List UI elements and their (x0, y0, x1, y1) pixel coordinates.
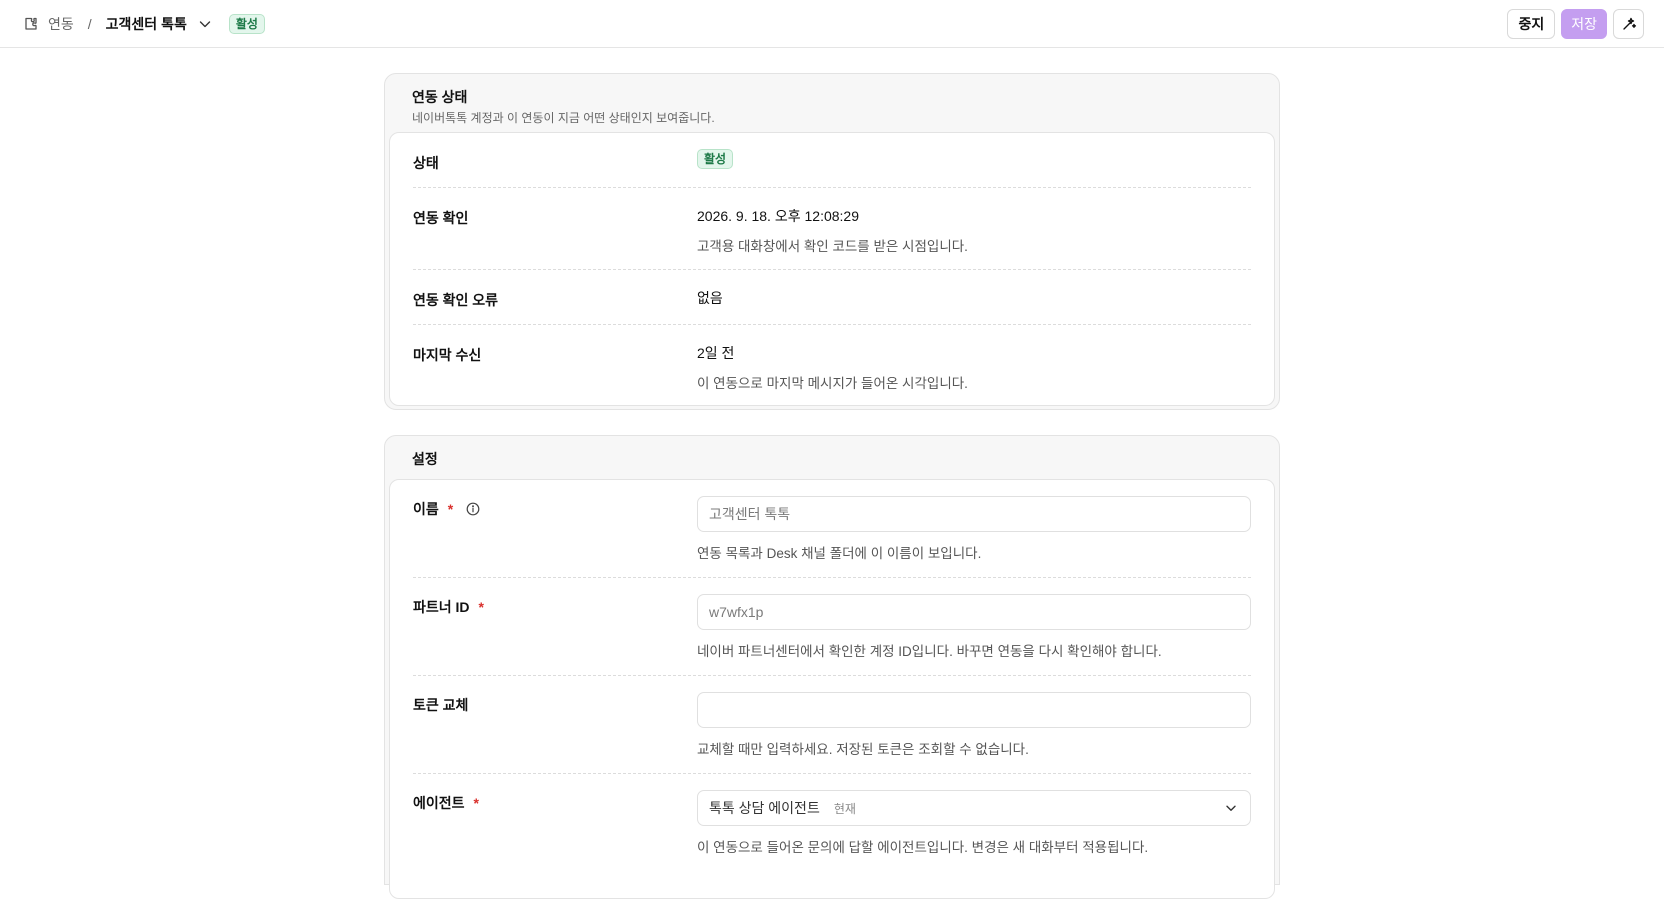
settings-card: 설정 이름 * 연동 목록과 Desk 채널 폴더에 이 이름이 보입니다. 파트… (384, 435, 1280, 899)
name-label-group: 이름 * (413, 499, 481, 519)
status-row-verify-error: 연동 확인 오류 없음 (413, 270, 1251, 325)
partner-label-group: 파트너 ID * (413, 597, 484, 617)
verified-timestamp: 2026. 9. 18. 오후 12:08:29 (697, 208, 859, 224)
stop-button[interactable]: 중지 (1507, 9, 1556, 39)
status-row-last-received: 마지막 수신 2일 전 이 연동으로 마지막 메시지가 들어온 시각입니다. (413, 325, 1251, 407)
verified-description: 고객용 대화창에서 확인 코드를 받은 시점입니다. (697, 239, 968, 254)
verify-error-value: 없음 (697, 290, 723, 306)
last-received-value: 2일 전 (697, 345, 735, 361)
token-label: 토큰 교체 (413, 697, 469, 713)
partner-id-hint: 네이버 파트너센터에서 확인한 계정 ID입니다. 바꾸면 연동을 다시 확인해… (697, 644, 1162, 659)
agent-select-value: 톡톡 상담 에이전트 (709, 800, 820, 816)
token-hint: 교체할 때만 입력하세요. 저장된 토큰은 조회할 수 없습니다. (697, 742, 1029, 757)
required-mark: * (447, 501, 454, 517)
breadcrumb-root-link[interactable]: 연동 (48, 14, 74, 34)
plug-icon[interactable] (22, 15, 40, 33)
breadcrumb-current: 고객센터 톡톡 (105, 15, 187, 32)
required-mark: * (473, 795, 479, 811)
partner-id-input[interactable] (697, 594, 1251, 630)
name-label: 이름 (413, 501, 439, 517)
sparkle-icon (1621, 16, 1637, 32)
setting-row-partner-id: 파트너 ID * 네이버 파트너센터에서 확인한 계정 ID입니다. 바꾸면 연동… (413, 578, 1251, 676)
status-card-description: 네이버톡톡 계정과 이 연동이 지금 어떤 상태인지 보여줍니다. (412, 111, 715, 125)
setting-row-token: 토큰 교체 교체할 때만 입력하세요. 저장된 토큰은 조회할 수 없습니다. (413, 676, 1251, 774)
chevron-down-icon[interactable] (197, 16, 213, 32)
status-row-label: 상태 (413, 155, 439, 171)
last-received-label: 마지막 수신 (413, 347, 482, 363)
setting-row-agent: 에이전트 * 톡톡 상담 에이전트 현재 이 연동으로 들어온 문의에 답할 에이… (413, 774, 1251, 884)
token-input[interactable] (697, 692, 1251, 728)
info-icon[interactable] (465, 501, 481, 517)
agent-hint: 이 연동으로 들어온 문의에 답할 에이전트입니다. 변경은 새 대화부터 적용… (697, 840, 1149, 855)
status-card: 연동 상태 네이버톡톡 계정과 이 연동이 지금 어떤 상태인지 보여줍니다. … (384, 73, 1280, 410)
verify-error-label: 연동 확인 오류 (413, 292, 499, 308)
required-mark: * (478, 599, 484, 615)
chevron-down-icon (1223, 800, 1239, 816)
name-input[interactable] (697, 496, 1251, 532)
status-badge: 활성 (228, 13, 265, 34)
breadcrumb-separator: / (87, 15, 92, 32)
agent-current-tag: 현재 (833, 801, 856, 816)
status-row-state: 상태 활성 (413, 133, 1251, 188)
agent-label: 에이전트 (413, 795, 465, 811)
status-card-title: 연동 상태 (412, 89, 468, 105)
name-hint: 연동 목록과 Desk 채널 폴더에 이 이름이 보입니다. (697, 546, 982, 561)
settings-card-title: 설정 (412, 451, 438, 467)
settings-card-body: 이름 * 연동 목록과 Desk 채널 폴더에 이 이름이 보입니다. 파트너 I… (389, 479, 1275, 899)
verified-label: 연동 확인 (413, 210, 469, 226)
breadcrumb: 연동 / 고객센터 톡톡 활성 (22, 13, 265, 34)
agent-label-group: 에이전트 * (413, 793, 479, 813)
toolbar-actions: 중지 저장 (1507, 9, 1644, 39)
top-bar: 연동 / 고객센터 톡톡 활성 중지 저장 (0, 0, 1664, 48)
partner-id-label: 파트너 ID (413, 599, 470, 615)
ai-assist-button[interactable] (1613, 9, 1644, 39)
last-received-description: 이 연동으로 마지막 메시지가 들어온 시각입니다. (697, 376, 968, 391)
setting-row-name: 이름 * 연동 목록과 Desk 채널 폴더에 이 이름이 보입니다. (413, 480, 1251, 578)
status-row-verified: 연동 확인 2026. 9. 18. 오후 12:08:29 고객용 대화창에서… (413, 188, 1251, 270)
status-badge: 활성 (697, 149, 734, 169)
status-card-body: 상태 활성 연동 확인 2026. 9. 18. 오후 12:08:29 고객용… (389, 132, 1275, 406)
save-button[interactable]: 저장 (1561, 9, 1607, 39)
agent-select[interactable]: 톡톡 상담 에이전트 현재 (697, 790, 1251, 826)
